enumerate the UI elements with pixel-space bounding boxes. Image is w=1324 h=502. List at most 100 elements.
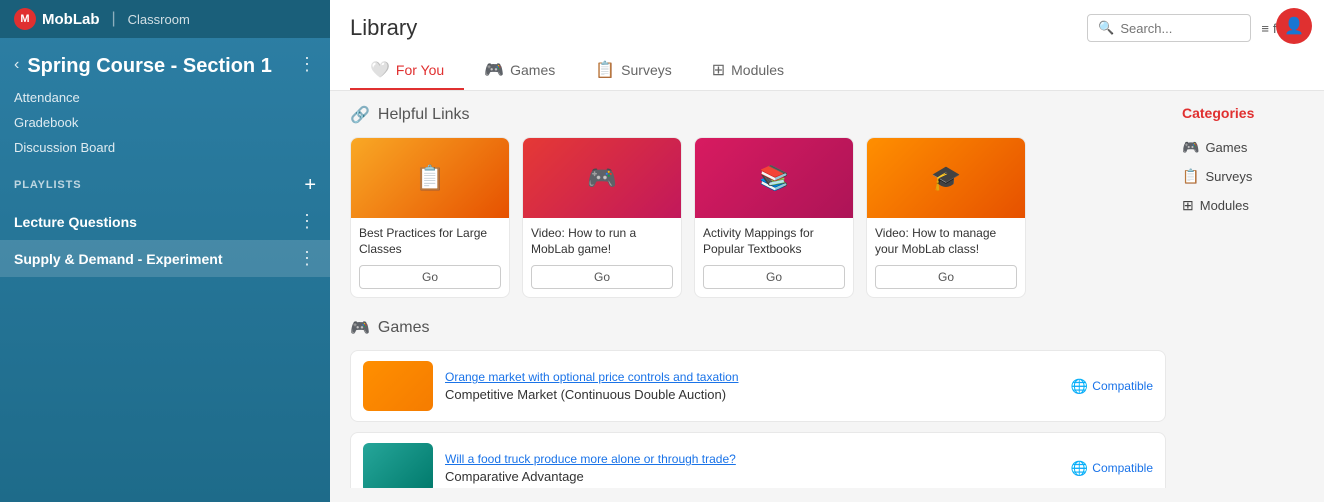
- playlist-menu-supply-demand[interactable]: ⋮: [298, 248, 316, 269]
- game-card-competitive-market: Orange market with optional price contro…: [350, 350, 1166, 422]
- library-header: Library 🔍 ≡ filters 🤍 For You 🎮 Games: [330, 0, 1324, 91]
- compatible-badge-comparative-advantage: 🌐 Compatible: [1071, 460, 1153, 477]
- playlist-name-lecture: Lecture Questions: [14, 214, 137, 230]
- tab-for-you-label: For You: [396, 62, 444, 78]
- add-playlist-button[interactable]: +: [304, 175, 316, 195]
- sidebar: M MobLab | Classroom ‹ Spring Course - S…: [0, 0, 330, 502]
- go-button-best-practices[interactable]: Go: [359, 265, 501, 289]
- nav-attendance[interactable]: Attendance: [14, 86, 316, 109]
- game-subtitle-comparative-advantage[interactable]: Will a food truck produce more alone or …: [445, 452, 1059, 466]
- playlist-item-supply-demand[interactable]: Supply & Demand - Experiment ⋮: [0, 240, 330, 277]
- games-section-label: 🎮 Games: [350, 318, 1166, 338]
- nav-gradebook[interactable]: Gradebook: [14, 111, 316, 134]
- tab-games-label: Games: [510, 62, 555, 78]
- main-content: Library 🔍 ≡ filters 🤍 For You 🎮 Games: [330, 0, 1324, 502]
- section-title: Spring Course - Section 1: [27, 54, 271, 78]
- moblab-logo: M MobLab: [14, 8, 100, 30]
- section-header: ‹ Spring Course - Section 1 ⋮: [0, 38, 330, 86]
- tab-surveys-label: Surveys: [621, 62, 672, 78]
- playlist-menu-lecture[interactable]: ⋮: [298, 211, 316, 232]
- nav-discussion[interactable]: Discussion Board: [14, 136, 316, 159]
- category-item-modules[interactable]: ⊞ Modules: [1182, 191, 1296, 220]
- compatible-badge-competitive-market: 🌐 Compatible: [1071, 378, 1153, 395]
- game-title-competitive-market: Competitive Market (Continuous Double Au…: [445, 387, 1059, 402]
- library-title: Library: [350, 15, 417, 41]
- category-label-games: Games: [1205, 140, 1247, 155]
- tab-modules-label: Modules: [731, 62, 784, 78]
- card-manage-class: 🎓 Video: How to manage your MobLab class…: [866, 137, 1026, 298]
- playlist-item-lecture[interactable]: Lecture Questions ⋮: [0, 203, 330, 240]
- category-label-modules: Modules: [1200, 198, 1249, 213]
- helpful-links-section: 🔗 Helpful Links 📋 Best Practices for Lar…: [350, 105, 1166, 298]
- tab-for-you[interactable]: 🤍 For You: [350, 52, 464, 90]
- library-scroll-area: 🔗 Helpful Links 📋 Best Practices for Lar…: [350, 105, 1174, 488]
- helpful-links-title: Helpful Links: [378, 106, 470, 124]
- card-body-best-practices: Best Practices for Large Classes Go: [351, 218, 509, 297]
- search-box: 🔍: [1087, 14, 1251, 42]
- badge-label-competitive-market: Compatible: [1092, 379, 1153, 393]
- nav-links: Attendance Gradebook Discussion Board: [0, 86, 330, 159]
- library-top: Library 🔍 ≡ filters: [350, 14, 1304, 42]
- game-card-comparative-advantage: Will a food truck produce more alone or …: [350, 432, 1166, 488]
- playlists-label: PLAYLISTS: [14, 179, 81, 191]
- card-thumb-icon-activity-mappings: 📚: [759, 164, 789, 193]
- classroom-label: Classroom: [128, 12, 190, 27]
- category-item-surveys[interactable]: 📋 Surveys: [1182, 162, 1296, 191]
- category-icon-modules: ⊞: [1182, 197, 1194, 214]
- game-thumb-comparative-advantage: [363, 443, 433, 488]
- card-body-activity-mappings: Activity Mappings for Popular Textbooks …: [695, 218, 853, 297]
- link-icon: 🔗: [350, 105, 370, 125]
- tab-games[interactable]: 🎮 Games: [464, 52, 575, 90]
- for-you-icon: 🤍: [370, 60, 390, 80]
- card-thumb-icon-best-practices: 📋: [415, 164, 445, 193]
- card-body-how-to-run: Video: How to run a MobLab game! Go: [523, 218, 681, 297]
- game-info-comparative-advantage: Will a food truck produce more alone or …: [445, 452, 1059, 484]
- card-thumb-icon-how-to-run: 🎮: [587, 164, 617, 193]
- games-section-title: Games: [378, 319, 430, 337]
- search-icon: 🔍: [1098, 20, 1114, 36]
- games-section: 🎮 Games Orange market with optional pric…: [350, 318, 1166, 488]
- sidebar-header: M MobLab | Classroom: [0, 0, 330, 38]
- card-thumb-manage-class: 🎓: [867, 138, 1025, 218]
- go-button-activity-mappings[interactable]: Go: [703, 265, 845, 289]
- user-avatar[interactable]: 👤: [1276, 8, 1312, 44]
- games-icon: 🎮: [484, 60, 504, 80]
- user-icon: 👤: [1284, 16, 1304, 36]
- category-icon-surveys: 📋: [1182, 168, 1199, 185]
- card-thumb-icon-manage-class: 🎓: [931, 164, 961, 193]
- playlists-section: PLAYLISTS +: [0, 159, 330, 203]
- card-thumb-best-practices: 📋: [351, 138, 509, 218]
- tab-modules[interactable]: ⊞ Modules: [692, 52, 804, 90]
- section-menu-button[interactable]: ⋮: [298, 54, 316, 75]
- card-thumb-how-to-run: 🎮: [523, 138, 681, 218]
- category-label-surveys: Surveys: [1205, 169, 1252, 184]
- library-scroll-container: 🔗 Helpful Links 📋 Best Practices for Lar…: [330, 91, 1324, 502]
- category-item-games[interactable]: 🎮 Games: [1182, 133, 1296, 162]
- game-title-comparative-advantage: Comparative Advantage: [445, 469, 1059, 484]
- logo-icon: M: [14, 8, 36, 30]
- game-subtitle-competitive-market[interactable]: Orange market with optional price contro…: [445, 370, 1059, 384]
- helpful-links-cards: 📋 Best Practices for Large Classes Go 🎮 …: [350, 137, 1166, 298]
- filters-icon: ≡: [1261, 21, 1269, 36]
- section-nav: ‹ Spring Course - Section 1: [14, 54, 298, 78]
- helpful-links-label: 🔗 Helpful Links: [350, 105, 1166, 125]
- go-button-manage-class[interactable]: Go: [875, 265, 1017, 289]
- card-title-manage-class: Video: How to manage your MobLab class!: [875, 226, 1017, 257]
- globe-icon-competitive-market: 🌐: [1071, 378, 1088, 395]
- surveys-icon: 📋: [595, 60, 615, 80]
- playlist-name-supply-demand: Supply & Demand - Experiment: [14, 251, 222, 267]
- tab-surveys[interactable]: 📋 Surveys: [575, 52, 692, 90]
- globe-icon-comparative-advantage: 🌐: [1071, 460, 1088, 477]
- categories-title: Categories: [1182, 105, 1296, 121]
- search-input[interactable]: [1120, 21, 1240, 36]
- games-section-icon: 🎮: [350, 318, 370, 338]
- logo-divider: |: [112, 10, 116, 28]
- badge-label-comparative-advantage: Compatible: [1092, 461, 1153, 475]
- game-thumb-competitive-market: [363, 361, 433, 411]
- card-body-manage-class: Video: How to manage your MobLab class! …: [867, 218, 1025, 297]
- go-button-how-to-run[interactable]: Go: [531, 265, 673, 289]
- card-how-to-run: 🎮 Video: How to run a MobLab game! Go: [522, 137, 682, 298]
- card-title-activity-mappings: Activity Mappings for Popular Textbooks: [703, 226, 845, 257]
- card-thumb-activity-mappings: 📚: [695, 138, 853, 218]
- back-button[interactable]: ‹: [14, 56, 19, 74]
